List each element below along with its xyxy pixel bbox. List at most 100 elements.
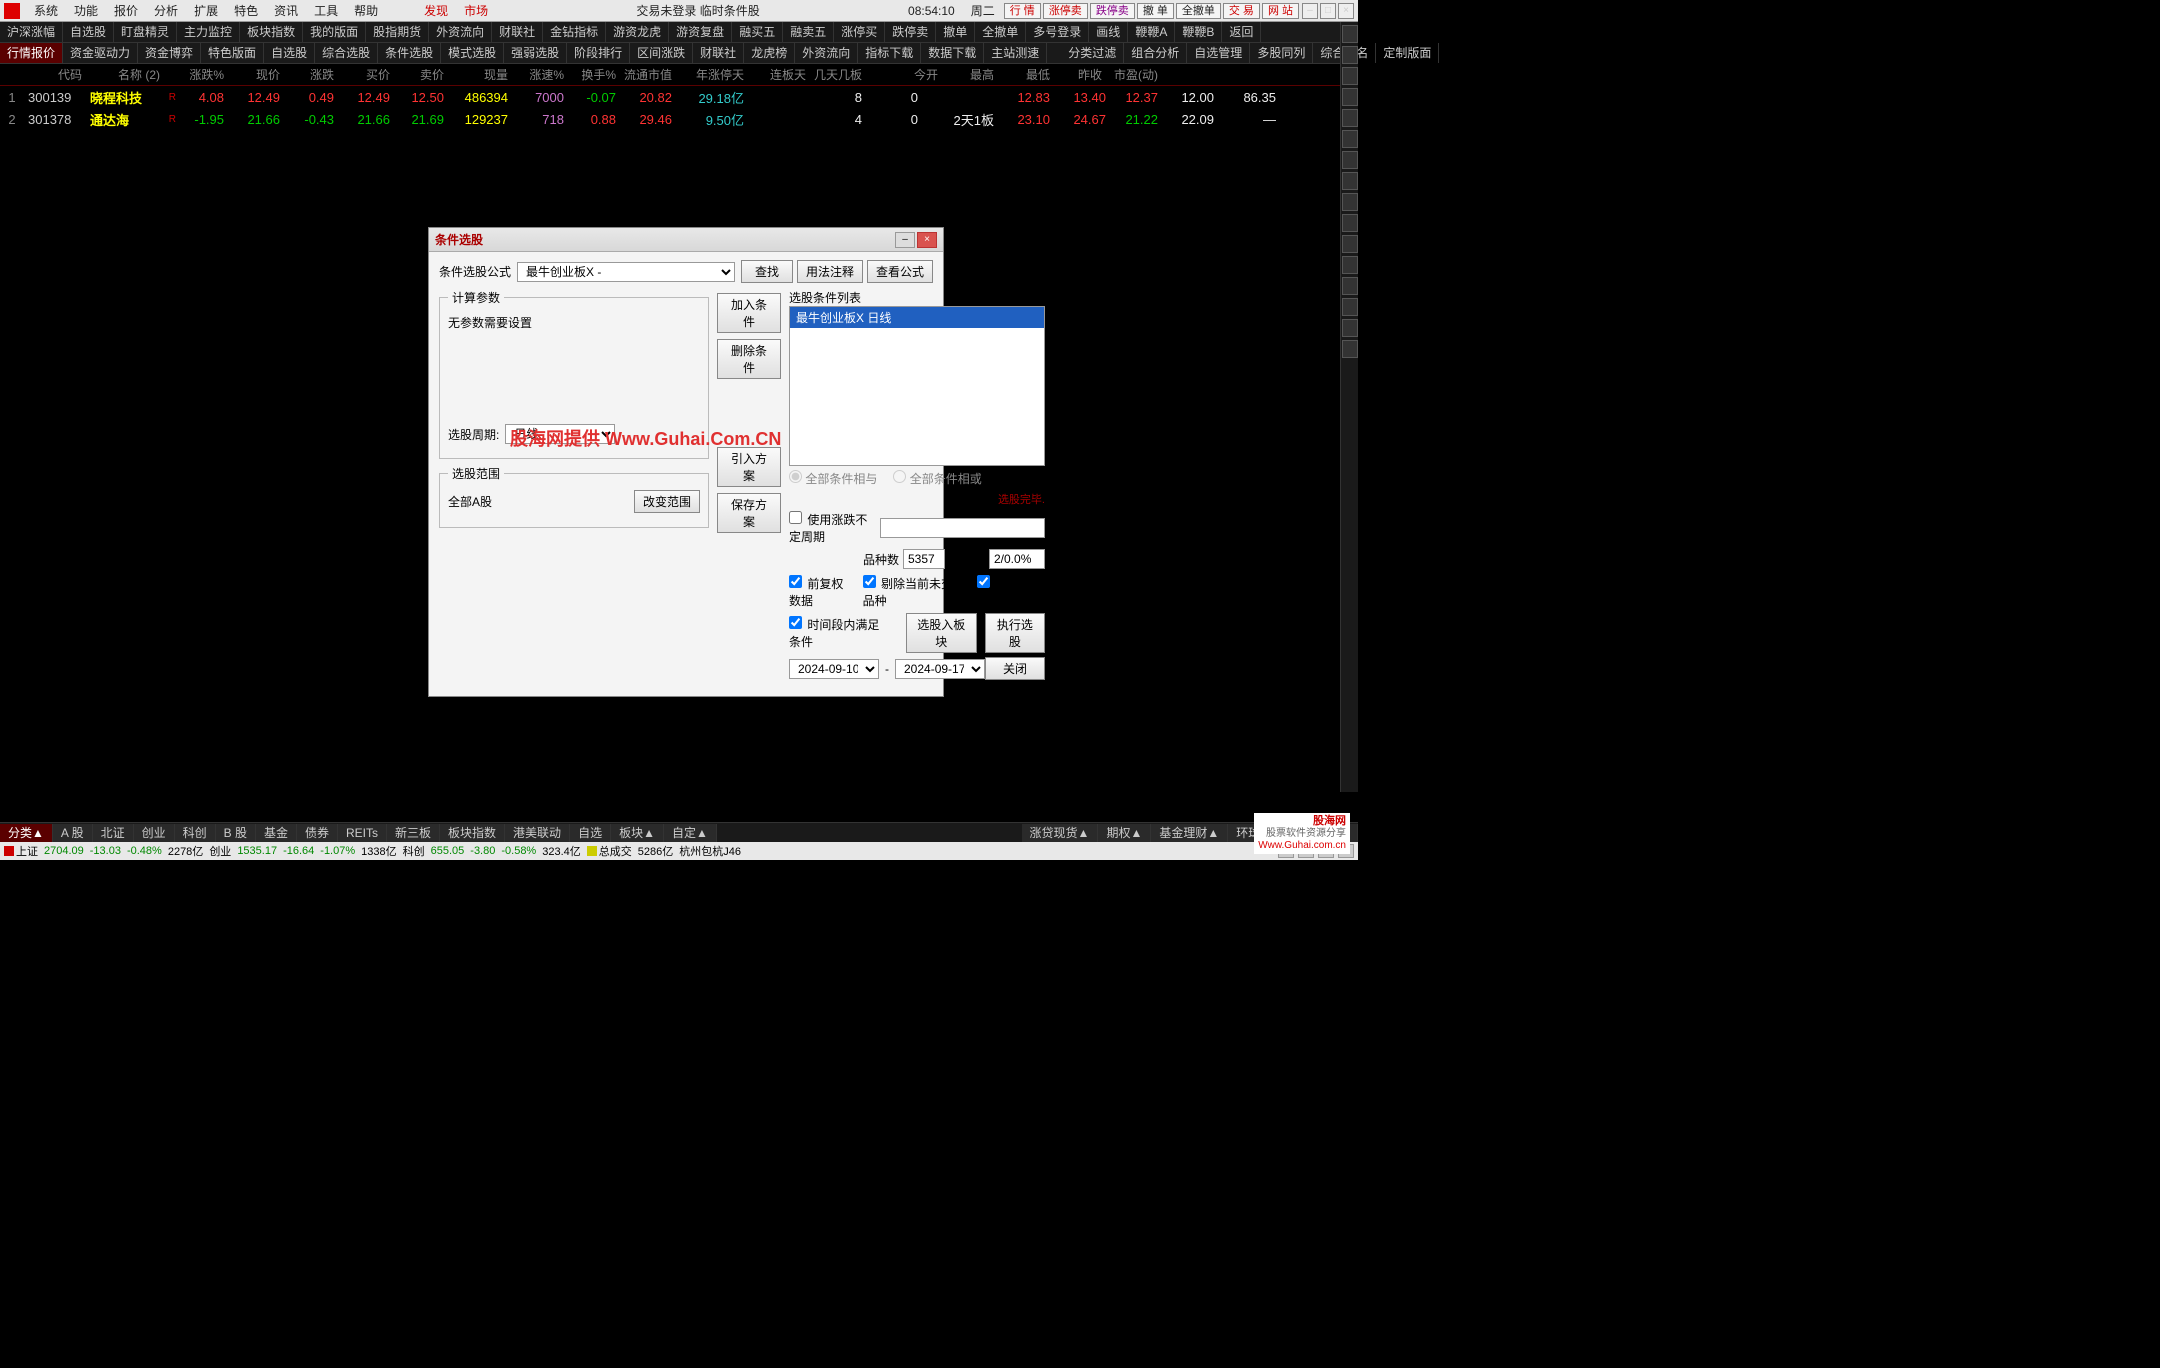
tb1-item-0[interactable]: 沪深涨幅 — [0, 22, 63, 42]
usage-button[interactable]: 用法注释 — [797, 260, 863, 283]
col-header-8[interactable]: 卖价 — [394, 66, 448, 83]
rbtn-cancelall[interactable]: 全撤单 — [1176, 3, 1221, 19]
tb1-item-10[interactable]: 游资龙虎 — [606, 22, 669, 42]
col-header-13[interactable]: 年涨停天 — [676, 66, 748, 83]
col-header-11[interactable]: 换手% — [568, 66, 620, 83]
bottom-tab-5[interactable]: B 股 — [216, 824, 256, 842]
col-header-7[interactable]: 买价 — [338, 66, 394, 83]
menu-function[interactable]: 功能 — [66, 2, 106, 19]
radio-all-or[interactable]: 全部条件相或 — [893, 470, 981, 487]
tb2-item-14[interactable]: 指标下载 — [858, 43, 921, 63]
bottom-tab-15[interactable] — [717, 824, 1022, 842]
tb1-item-15[interactable]: 跌停卖 — [885, 22, 936, 42]
col-header-4[interactable]: 涨跌% — [180, 66, 228, 83]
rbtn-limitsell[interactable]: 跌停卖 — [1090, 3, 1135, 19]
menu-market[interactable]: 市场 — [456, 2, 496, 19]
tb2-item-3[interactable]: 特色版面 — [201, 43, 264, 63]
bottom-tab-8[interactable]: REITs — [338, 824, 387, 842]
bottom-tab-13[interactable]: 板块▲ — [611, 824, 664, 842]
col-header-15[interactable]: 几天几板 — [810, 66, 866, 83]
tb2-item-9[interactable]: 阶段排行 — [567, 43, 630, 63]
tb2-item-11[interactable]: 财联社 — [693, 43, 744, 63]
delete-condition-button[interactable]: 删除条件 — [717, 339, 781, 379]
sidebar-icon-4[interactable] — [1342, 88, 1358, 106]
tb1-item-3[interactable]: 主力监控 — [177, 22, 240, 42]
bottom-tab-18[interactable]: 基金理财▲ — [1151, 824, 1228, 842]
chk-period-range[interactable]: 时间段内满足条件 — [789, 616, 890, 650]
condition-listbox[interactable]: 最牛创业板X 日线 — [789, 306, 1045, 466]
date-to-select[interactable]: 2024-09-17 — [895, 659, 985, 679]
bottom-tab-3[interactable]: 创业 — [134, 824, 175, 842]
sidebar-icon-11[interactable] — [1342, 235, 1358, 253]
window-close-icon[interactable]: × — [1338, 3, 1354, 19]
sidebar-icon-3[interactable] — [1342, 67, 1358, 85]
chk-uncertain-period[interactable]: 使用涨跌不定周期 — [789, 511, 872, 545]
date-from-select[interactable]: 2024-09-10 — [789, 659, 879, 679]
sidebar-icon-6[interactable] — [1342, 130, 1358, 148]
uncertain-period-input[interactable] — [880, 518, 1045, 538]
col-header-16[interactable]: 今开 — [866, 66, 942, 83]
tb2-item-0[interactable]: 行情报价 — [0, 43, 63, 63]
condition-item[interactable]: 最牛创业板X 日线 — [790, 307, 1044, 328]
tb1-item-12[interactable]: 融买五 — [732, 22, 783, 42]
window-min-icon[interactable]: – — [1302, 3, 1318, 19]
col-header-17[interactable]: 最高 — [942, 66, 998, 83]
col-header-12[interactable]: 流通市值 — [620, 66, 676, 83]
col-header-9[interactable]: 现量 — [448, 66, 512, 83]
menu-feature[interactable]: 特色 — [226, 2, 266, 19]
tb1-item-4[interactable]: 板块指数 — [240, 22, 303, 42]
sidebar-icon-10[interactable] — [1342, 214, 1358, 232]
rbtn-limitbuy[interactable]: 涨停卖 — [1043, 3, 1088, 19]
sidebar-icon-2[interactable] — [1342, 46, 1358, 64]
menu-analysis[interactable]: 分析 — [146, 2, 186, 19]
formula-select[interactable]: 最牛创业板X - — [517, 262, 735, 282]
menu-tools[interactable]: 工具 — [306, 2, 346, 19]
tb2-item-12[interactable]: 龙虎榜 — [744, 43, 795, 63]
tb2-item-18[interactable]: 分类过滤 — [1061, 43, 1124, 63]
bottom-tab-0[interactable]: 分类▲ — [0, 824, 53, 842]
tb1-item-8[interactable]: 财联社 — [492, 22, 543, 42]
tb2-item-1[interactable]: 资金驱动力 — [63, 43, 138, 63]
tb1-item-6[interactable]: 股指期货 — [366, 22, 429, 42]
bottom-tab-11[interactable]: 港美联动 — [505, 824, 570, 842]
tb2-item-13[interactable]: 外资流向 — [795, 43, 858, 63]
menu-extend[interactable]: 扩展 — [186, 2, 226, 19]
table-row[interactable]: 1300139晓程科技R4.0812.490.4912.4912.5048639… — [0, 86, 1358, 108]
col-header-6[interactable]: 涨跌 — [284, 66, 338, 83]
change-range-button[interactable]: 改变范围 — [634, 490, 700, 513]
rbtn-website[interactable]: 网 站 — [1262, 3, 1299, 19]
menu-system[interactable]: 系统 — [26, 2, 66, 19]
sidebar-icon-15[interactable] — [1342, 319, 1358, 337]
bottom-tab-17[interactable]: 期权▲ — [1098, 824, 1151, 842]
tb2-item-6[interactable]: 条件选股 — [378, 43, 441, 63]
col-header-10[interactable]: 涨速% — [512, 66, 568, 83]
run-selection-button[interactable]: 执行选股 — [985, 613, 1045, 653]
radio-all-and[interactable]: 全部条件相与 — [789, 470, 877, 487]
tb2-item-5[interactable]: 综合选股 — [315, 43, 378, 63]
dialog-titlebar[interactable]: 条件选股 – × — [429, 228, 943, 252]
tb1-item-22[interactable]: 返回 — [1222, 22, 1261, 42]
bottom-tab-14[interactable]: 自定▲ — [664, 824, 717, 842]
view-formula-button[interactable]: 查看公式 — [867, 260, 933, 283]
bottom-tab-6[interactable]: 基金 — [256, 824, 297, 842]
sidebar-icon-9[interactable] — [1342, 193, 1358, 211]
bottom-tab-10[interactable]: 板块指数 — [440, 824, 505, 842]
rbtn-cancel[interactable]: 撤 单 — [1137, 3, 1174, 19]
col-header-2[interactable]: 名称 (2) — [86, 66, 164, 83]
col-header-1[interactable]: 代码 — [24, 66, 86, 83]
chk-fq[interactable]: 前复权数据 — [789, 575, 855, 609]
menu-news[interactable]: 资讯 — [266, 2, 306, 19]
add-condition-button[interactable]: 加入条件 — [717, 293, 781, 333]
dialog-close-icon[interactable]: × — [917, 232, 937, 248]
tb2-item-7[interactable]: 模式选股 — [441, 43, 504, 63]
tb1-item-21[interactable]: 鞭鞭B — [1175, 22, 1222, 42]
tb1-item-14[interactable]: 涨停买 — [834, 22, 885, 42]
tb1-item-18[interactable]: 多号登录 — [1026, 22, 1089, 42]
tb1-item-1[interactable]: 自选股 — [63, 22, 114, 42]
tb1-item-20[interactable]: 鞭鞭A — [1128, 22, 1175, 42]
tb1-item-16[interactable]: 撤单 — [936, 22, 975, 42]
chk-excl-notrade[interactable]: 剔除当前未交易品种 — [863, 575, 969, 609]
import-plan-button[interactable]: 引入方案 — [717, 447, 781, 487]
sidebar-icon-7[interactable] — [1342, 151, 1358, 169]
tb2-item-10[interactable]: 区间涨跌 — [630, 43, 693, 63]
